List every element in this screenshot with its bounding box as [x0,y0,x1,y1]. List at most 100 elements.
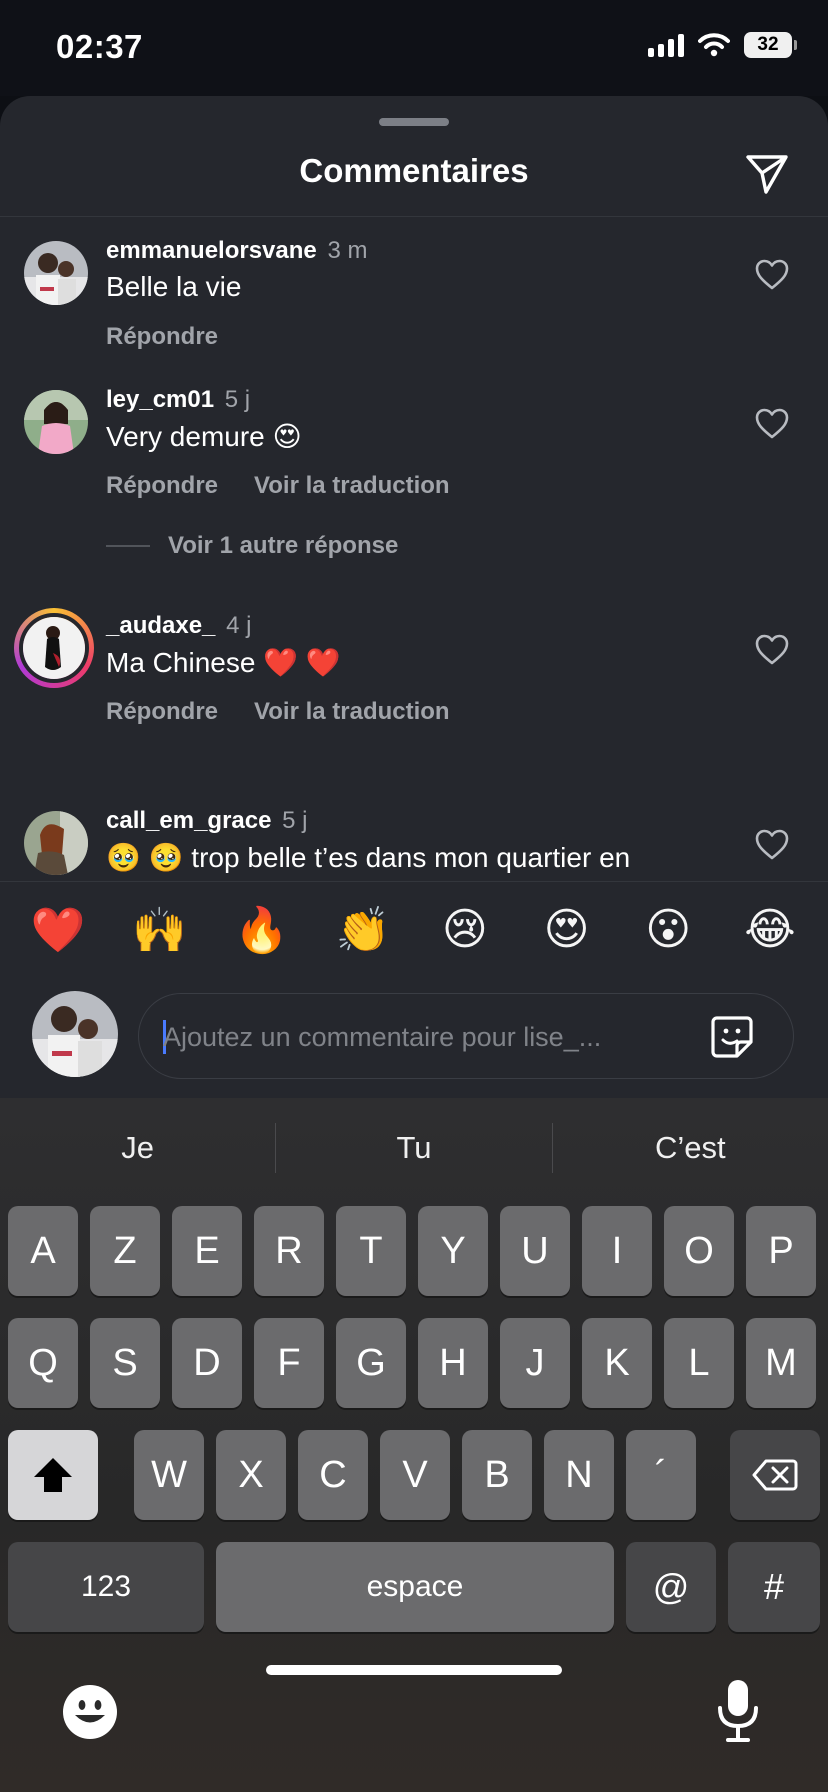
comment-actions: Répondre [106,323,218,351]
comment-actions: Répondre Voir la traduction [106,698,450,726]
avatar[interactable] [24,390,88,454]
more-replies-label: Voir 1 autre réponse [168,532,399,559]
suggestion-1[interactable]: Je [0,1130,275,1166]
key-f[interactable]: F [254,1318,324,1408]
key-acute-accent[interactable]: ´ [626,1430,696,1520]
key-m[interactable]: M [746,1318,816,1408]
comment-time: 4 j [226,612,252,639]
key-r[interactable]: R [254,1206,324,1296]
comment-time: 5 j [224,386,251,413]
comment-header: ley_cm01 5 j [106,386,250,414]
comment-header: _audaxe_ 4 j [106,612,251,640]
emoji-heart[interactable]: ❤️ [26,904,90,956]
comment-username[interactable]: ley_cm01 [106,386,214,413]
hash-key[interactable]: # [728,1542,820,1632]
sheet-grabber[interactable] [379,118,449,126]
app-root: 02:37 32 Commentaires emmanuelorsvane 3 … [0,0,828,1792]
current-user-avatar [32,991,118,1077]
key-q[interactable]: Q [8,1318,78,1408]
comment-username[interactable]: call_em_grace [106,807,271,834]
reply-button[interactable]: Répondre [106,472,218,500]
key-p[interactable]: P [746,1206,816,1296]
comment-input[interactable]: Ajoutez un commentaire pour lise_... [138,993,794,1079]
status-time: 02:37 [56,28,143,65]
avatar[interactable] [24,241,88,305]
key-a[interactable]: A [8,1206,78,1296]
comment-text: Belle la vie [106,271,242,302]
heart-outline-icon[interactable] [754,257,790,293]
cellular-signal-icon [648,33,684,57]
comment-input-placeholder: Ajoutez un commentaire pour lise_... [163,1022,602,1052]
suggestion-3[interactable]: C’est [553,1130,828,1166]
quick-emoji-bar: ❤️ 🙌 🔥 👏 😢 😍 😮 😂 [0,881,828,977]
key-h[interactable]: H [418,1318,488,1408]
battery-indicator: 32 [744,32,797,58]
see-translation-button[interactable]: Voir la traduction [254,698,450,726]
microphone-icon[interactable] [714,1678,762,1744]
key-u[interactable]: U [500,1206,570,1296]
key-j[interactable]: J [500,1318,570,1408]
delete-key[interactable] [730,1430,820,1520]
key-o[interactable]: O [664,1206,734,1296]
sheet-title: Commentaires [299,152,529,189]
key-g[interactable]: G [336,1318,406,1408]
key-x[interactable]: X [216,1430,286,1520]
comment-item: ley_cm01 5 j Very demure 😍 Répondre Voir… [0,386,828,586]
emoji-laughing[interactable]: 😂 [738,904,802,955]
key-b[interactable]: B [462,1430,532,1520]
reply-button[interactable]: Répondre [106,698,218,726]
key-t[interactable]: T [336,1206,406,1296]
emoji-surprised[interactable]: 😮 [636,904,700,955]
comment-actions: Répondre Voir la traduction [106,472,450,500]
comment-time: 3 m [327,237,368,264]
avatar-with-story-ring[interactable] [14,608,94,688]
comment-text: 🥹 🥹 trop belle t’es dans mon quartier en [106,842,631,873]
emoji-raised-hands[interactable]: 🙌 [128,904,192,956]
emoji-crying[interactable]: 😢 [433,904,497,955]
numbers-key[interactable]: 123 [8,1542,204,1632]
key-c[interactable]: C [298,1430,368,1520]
at-key[interactable]: @ [626,1542,716,1632]
view-more-replies[interactable]: Voir 1 autre réponse [106,532,398,560]
comment-item: call_em_grace 5 j 🥹 🥹 trop belle t’es da… [0,807,828,881]
key-z[interactable]: Z [90,1206,160,1296]
comment-time: 5 j [282,807,308,834]
suggestion-2[interactable]: Tu [276,1130,551,1166]
avatar-image [19,613,89,683]
emoji-fire[interactable]: 🔥 [229,904,293,956]
predictive-bar: Je Tu C’est [0,1098,828,1198]
avatar[interactable] [24,811,88,875]
shift-key[interactable] [8,1430,98,1520]
comment-username[interactable]: emmanuelorsvane [106,237,317,264]
heart-outline-icon[interactable] [754,827,790,863]
emoji-face-icon[interactable] [62,1684,118,1740]
comment-item: emmanuelorsvane 3 m Belle la vie Répondr… [0,237,828,377]
key-v[interactable]: V [380,1430,450,1520]
heart-outline-icon[interactable] [754,406,790,442]
home-indicator[interactable] [266,1665,562,1675]
space-key[interactable]: espace [216,1542,614,1632]
comment-username[interactable]: _audaxe_ [106,612,215,639]
comment-list[interactable]: emmanuelorsvane 3 m Belle la vie Répondr… [0,217,828,881]
key-d[interactable]: D [172,1318,242,1408]
wifi-icon [698,33,730,57]
emoji-heart-eyes[interactable]: 😍 [535,904,599,955]
key-s[interactable]: S [90,1318,160,1408]
heart-outline-icon[interactable] [754,632,790,668]
comment-item: _audaxe_ 4 j Ma Chinese ❤️ ❤️ Répondre V… [0,608,828,752]
key-k[interactable]: K [582,1318,652,1408]
comments-sheet: Commentaires emmanuelorsvane 3 m Belle l… [0,96,828,1098]
key-n[interactable]: N [544,1430,614,1520]
status-icons: 32 [648,32,797,58]
sticker-icon[interactable] [709,1014,755,1060]
key-l[interactable]: L [664,1318,734,1408]
key-e[interactable]: E [172,1206,242,1296]
key-w[interactable]: W [134,1430,204,1520]
key-y[interactable]: Y [418,1206,488,1296]
key-i[interactable]: I [582,1206,652,1296]
paper-plane-icon[interactable] [742,148,792,198]
see-translation-button[interactable]: Voir la traduction [254,472,450,500]
backspace-icon [752,1459,798,1491]
emoji-clapping[interactable]: 👏 [331,904,395,956]
reply-button[interactable]: Répondre [106,323,218,351]
